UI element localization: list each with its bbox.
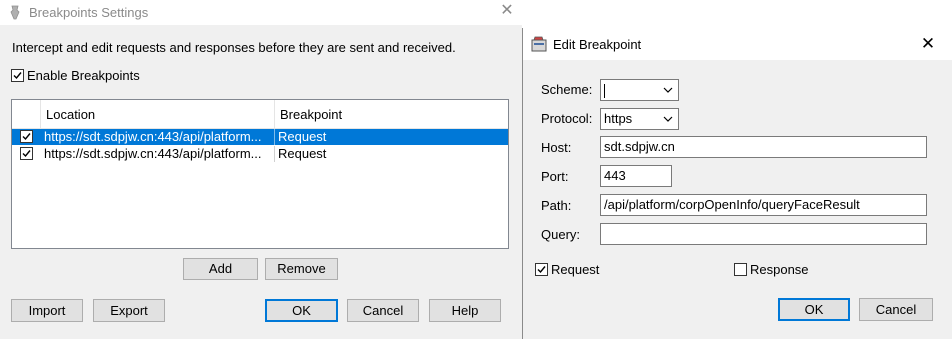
app-icon bbox=[10, 5, 20, 20]
text-cursor bbox=[604, 83, 605, 98]
edit-breakpoint-window bbox=[522, 28, 952, 339]
protocol-label: Protocol: bbox=[541, 111, 593, 126]
row-breakpoint: Request bbox=[278, 146, 327, 161]
chevron-down-icon bbox=[663, 116, 673, 122]
cell-divider bbox=[274, 146, 275, 162]
breakpoints-table[interactable]: Location Breakpoint https://sdt.sdpjw.cn… bbox=[11, 99, 509, 249]
protocol-value: https bbox=[604, 111, 633, 126]
close-icon[interactable]: ✕ bbox=[498, 2, 516, 20]
table-header: Location Breakpoint bbox=[12, 100, 508, 129]
table-row[interactable]: https://sdt.sdpjw.cn:443/api/platform...… bbox=[12, 146, 508, 162]
row-checkbox[interactable] bbox=[20, 130, 33, 143]
enable-breakpoints-checkbox[interactable] bbox=[11, 69, 24, 82]
ok-button[interactable]: OK bbox=[265, 299, 338, 322]
path-field[interactable]: /api/platform/corpOpenInfo/queryFaceResu… bbox=[600, 194, 927, 216]
export-button[interactable]: Export bbox=[93, 299, 165, 322]
column-divider[interactable] bbox=[274, 100, 275, 128]
protocol-select[interactable]: https bbox=[600, 108, 679, 130]
path-label: Path: bbox=[541, 198, 572, 213]
row-checkbox[interactable] bbox=[20, 147, 33, 160]
edit-window-title: Edit Breakpoint bbox=[553, 37, 642, 52]
column-header-location[interactable]: Location bbox=[46, 100, 95, 128]
query-field[interactable] bbox=[600, 223, 927, 245]
edit-cancel-button[interactable]: Cancel bbox=[859, 298, 933, 321]
query-label: Query: bbox=[541, 227, 581, 242]
port-field[interactable]: 443 bbox=[600, 165, 672, 187]
enable-breakpoints-label: Enable Breakpoints bbox=[27, 68, 140, 83]
close-icon[interactable]: ✕ bbox=[917, 34, 939, 54]
checkbox-checked-icon bbox=[22, 133, 31, 141]
add-button[interactable]: Add bbox=[183, 258, 258, 280]
column-header-breakpoint[interactable]: Breakpoint bbox=[280, 100, 342, 128]
column-divider[interactable] bbox=[40, 100, 41, 128]
port-label: Port: bbox=[541, 169, 569, 184]
remove-button[interactable]: Remove bbox=[265, 258, 338, 280]
request-checkbox[interactable] bbox=[535, 263, 548, 276]
breakpoints-settings-window: Breakpoints Settings ✕ Intercept and edi… bbox=[0, 0, 522, 339]
help-button[interactable]: Help bbox=[429, 299, 501, 322]
host-field[interactable]: sdt.sdpjw.cn bbox=[600, 136, 927, 158]
table-row[interactable]: https://sdt.sdpjw.cn:443/api/platform...… bbox=[12, 129, 508, 145]
edit-title-bar: Edit Breakpoint ✕ bbox=[523, 28, 952, 60]
settings-description: Intercept and edit requests and response… bbox=[12, 40, 456, 55]
checkbox-checked-icon bbox=[22, 150, 31, 158]
edit-ok-button[interactable]: OK bbox=[778, 298, 850, 321]
checkbox-checked-icon bbox=[13, 72, 22, 80]
row-location: https://sdt.sdpjw.cn:443/api/platform... bbox=[44, 129, 262, 144]
import-button[interactable]: Import bbox=[11, 299, 83, 322]
settings-title-bar: Breakpoints Settings ✕ bbox=[0, 0, 522, 25]
app-icon bbox=[531, 36, 547, 52]
row-location: https://sdt.sdpjw.cn:443/api/platform... bbox=[44, 146, 262, 161]
row-breakpoint: Request bbox=[278, 129, 327, 144]
response-checkbox[interactable] bbox=[734, 263, 747, 276]
chevron-down-icon bbox=[663, 87, 673, 93]
response-label: Response bbox=[750, 262, 809, 277]
cell-divider bbox=[274, 129, 275, 145]
request-label: Request bbox=[551, 262, 600, 277]
cancel-button[interactable]: Cancel bbox=[347, 299, 419, 322]
settings-window-title: Breakpoints Settings bbox=[29, 5, 149, 20]
host-label: Host: bbox=[541, 140, 572, 155]
scheme-label: Scheme: bbox=[541, 82, 593, 97]
checkbox-checked-icon bbox=[537, 266, 546, 274]
scheme-select[interactable] bbox=[600, 79, 679, 101]
